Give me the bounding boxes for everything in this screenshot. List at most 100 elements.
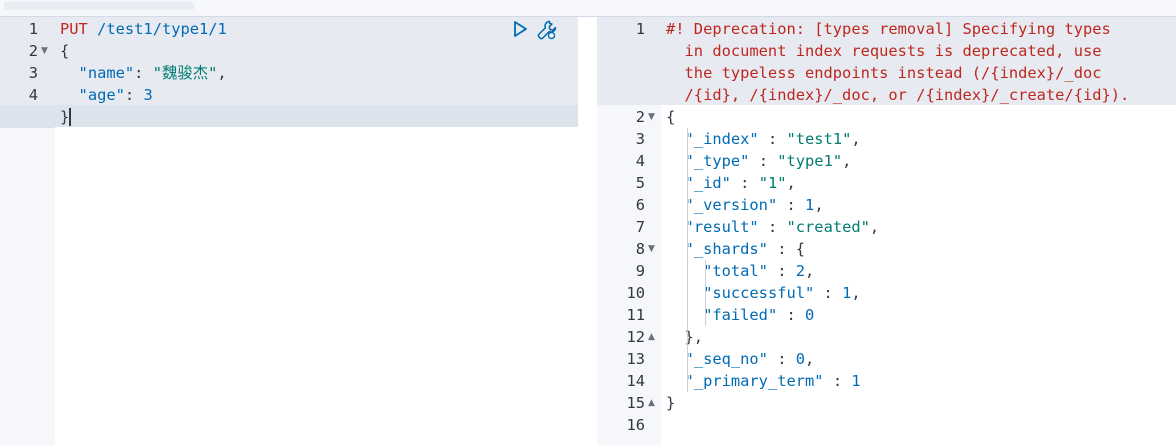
request-token: PUT [60, 20, 88, 38]
response-token: "test1" [786, 130, 852, 148]
response-token: "_seq_no" [684, 350, 768, 368]
request-code-line: PUT /test1/type1/1 [55, 18, 578, 40]
request-token: "魏骏杰" [152, 64, 218, 82]
response-code-line: { [661, 106, 1176, 128]
response-line-number: 8 [635, 240, 645, 258]
deprecation-warning-line: /{id}, /{index}/_doc, or /{index}/_creat… [666, 86, 1130, 104]
wrench-icon[interactable] [536, 19, 557, 40]
response-line-number: 1 [635, 20, 645, 38]
response-token [666, 350, 685, 368]
response-token: 1 [805, 196, 815, 214]
response-token: "_version" [684, 196, 778, 214]
fold-expand-icon[interactable]: ▲ [648, 326, 655, 348]
request-token [88, 20, 97, 38]
text-cursor [69, 108, 71, 126]
indent-guide [705, 260, 706, 326]
deprecation-warning-line: the typeless endpoints instead (/{index}… [666, 64, 1102, 82]
response-line-number: 5 [635, 174, 645, 192]
response-token: "result" [684, 218, 759, 236]
response-token: : [814, 284, 843, 302]
response-token: : [749, 152, 778, 170]
response-token [666, 262, 703, 280]
response-token: }, [666, 328, 704, 346]
response-token: , [842, 152, 852, 170]
response-line-number: 16 [626, 416, 645, 434]
response-token: : [777, 196, 806, 214]
response-token: , [814, 196, 824, 214]
indent-guide [687, 128, 688, 392]
response-token [666, 130, 685, 148]
toolbar-placeholder [4, 2, 194, 10]
response-code-line: } [661, 392, 1176, 414]
response-line-number: 14 [626, 372, 645, 390]
response-token: : [758, 218, 787, 236]
request-content[interactable]: PUT /test1/type1/1 { "name": "魏骏杰", "age"… [0, 17, 578, 445]
response-line-number: 9 [635, 262, 645, 280]
request-token: : [124, 86, 144, 104]
request-token [60, 86, 79, 104]
request-code-line: } [55, 106, 578, 128]
response-code-line [661, 414, 1176, 436]
response-token: } [666, 394, 676, 412]
response-code-line: "failed" : 0 [661, 304, 1176, 326]
response-token: , [851, 130, 861, 148]
response-token: , [786, 174, 796, 192]
response-line-number: 12 [626, 328, 645, 346]
request-code-line: "name": "魏骏杰", [55, 62, 578, 84]
deprecation-warning-line: #! Deprecation: [types removal] Specifyi… [666, 20, 1111, 38]
response-token [666, 372, 685, 390]
response-token: "total" [703, 262, 768, 280]
fold-collapse-icon[interactable]: ▼ [648, 238, 655, 260]
response-code-line: "_version" : 1, [661, 194, 1176, 216]
request-token: "age" [78, 86, 125, 104]
response-code-line: "result" : "created", [661, 216, 1176, 238]
response-token [666, 174, 685, 192]
response-token: 0 [795, 350, 806, 368]
response-line-number: 11 [626, 306, 645, 324]
response-code-line: "_id" : "1", [661, 172, 1176, 194]
response-token: , [805, 262, 815, 280]
deprecation-warning-line: in document index requests is deprecated… [666, 42, 1102, 60]
response-token: , [851, 284, 861, 302]
request-gutter: 12▼345▲ [0, 17, 55, 445]
response-code-line: }, [661, 326, 1176, 348]
fold-collapse-icon[interactable]: ▼ [648, 106, 655, 128]
send-request-icon[interactable] [510, 19, 530, 39]
request-token: } [60, 108, 70, 126]
response-code-line: "_index" : "test1", [661, 128, 1176, 150]
response-code-line: "_primary_term" : 1 [661, 370, 1176, 392]
request-token: 3 [143, 86, 153, 104]
fold-expand-icon[interactable]: ▲ [648, 392, 655, 414]
request-token: "name" [78, 64, 135, 82]
response-token: : { [767, 240, 806, 258]
response-token [666, 284, 703, 302]
response-token [666, 152, 685, 170]
response-token: 0 [805, 306, 815, 324]
response-token: : [758, 130, 787, 148]
response-token: { [666, 108, 676, 126]
response-line-number: 6 [635, 196, 645, 214]
request-line-number: 1 [28, 20, 38, 38]
response-token: 1 [851, 372, 861, 390]
response-token: "_index" [684, 130, 759, 148]
response-token: "created" [786, 218, 870, 236]
response-code-line: "_type" : "type1", [661, 150, 1176, 172]
response-code-line: "_seq_no" : 0, [661, 348, 1176, 370]
response-token: "1" [758, 174, 787, 192]
response-viewer: 1 2 ▼ 3 4 5 6 7 8 ▼ 9 10 11 12 ▲ 13 14 15 ▲ 16 #! Deprecati… [597, 17, 1176, 445]
response-token: , [869, 218, 880, 236]
request-token: /test1/type1/1 [97, 20, 227, 38]
response-token [666, 196, 685, 214]
pane-splitter[interactable] [578, 17, 597, 445]
response-token: : [767, 350, 796, 368]
response-token: "_primary_term" [684, 372, 824, 390]
response-token: : [767, 262, 796, 280]
fold-collapse-icon[interactable]: ▼ [41, 40, 48, 62]
request-editor[interactable]: 12▼345▲ PUT /test1/type1/1{ "name": "魏骏杰… [0, 17, 578, 445]
response-token: 1 [842, 284, 852, 302]
request-line-number: 3 [28, 64, 38, 82]
top-toolbar [0, 0, 1176, 17]
request-token [60, 64, 79, 82]
response-line-number: 4 [635, 152, 645, 170]
response-token [666, 218, 685, 236]
